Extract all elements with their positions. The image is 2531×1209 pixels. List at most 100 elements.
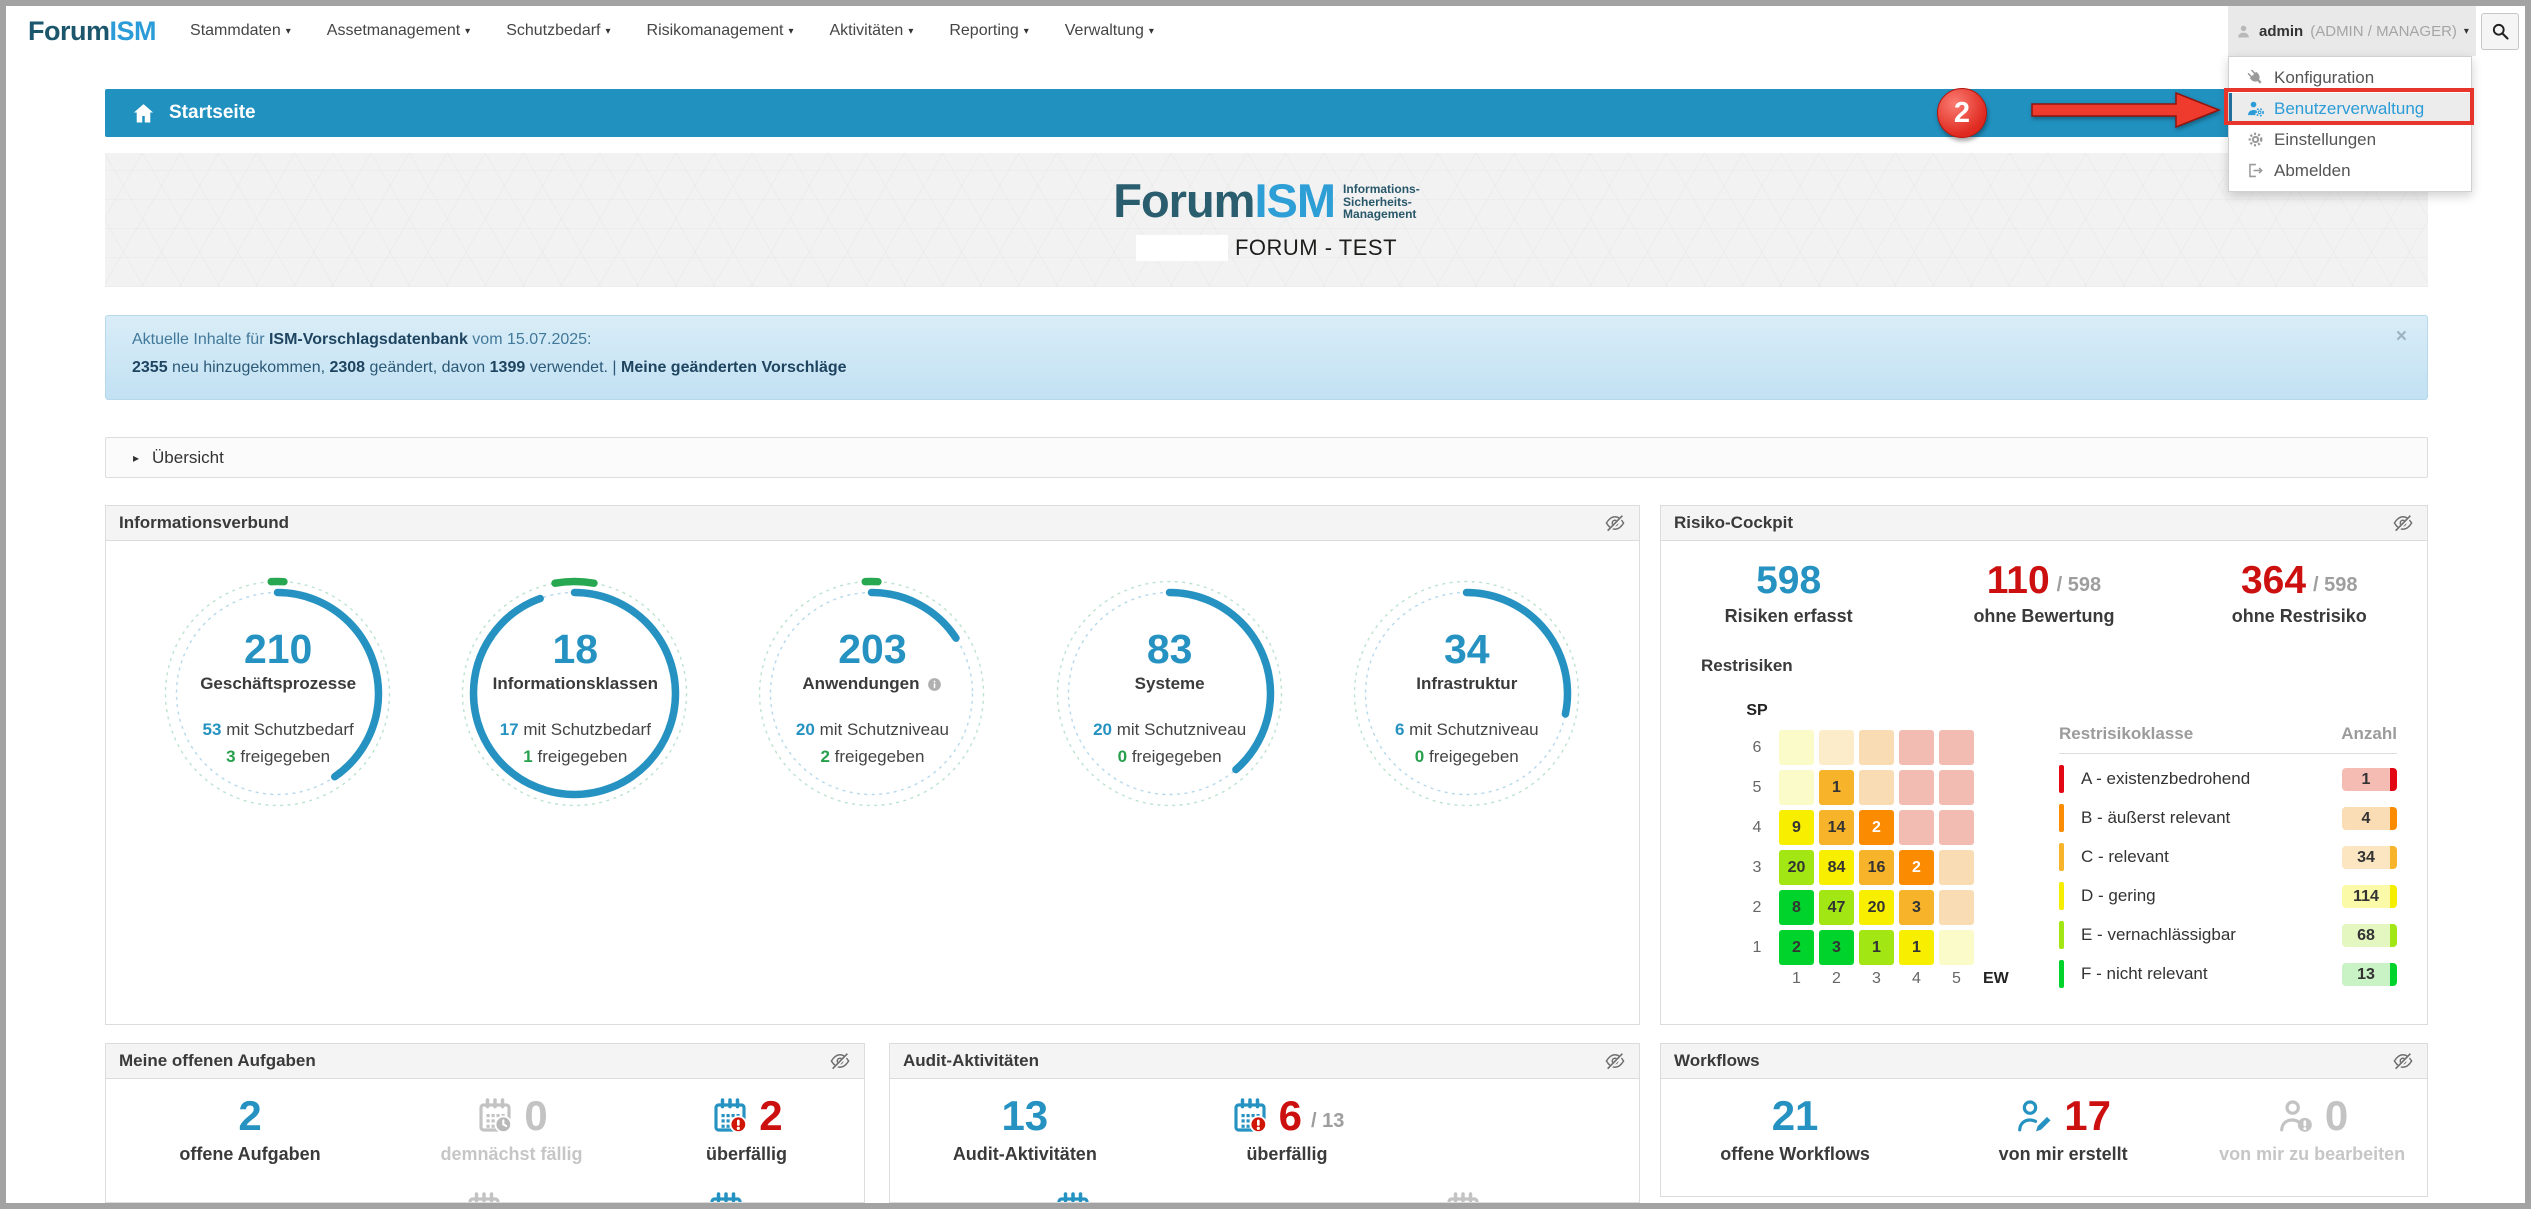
matrix-col-label: 5: [1939, 970, 1974, 988]
gauge-systeme[interactable]: 83Systeme20 mit Schutzniveau0 freigegebe…: [1045, 569, 1295, 819]
panel-workflows: Workflows21offene Workflows17von mir ers…: [1660, 1043, 2428, 1197]
annotation-step-badge: 2: [1937, 88, 1987, 138]
info-banner: Aktuelle Inhalte für ISM-Vorschlagsdaten…: [105, 315, 2428, 400]
chevron-down-icon: ▾: [2464, 26, 2469, 37]
matrix-cell: 1: [1819, 770, 1854, 805]
gauge-infrastruktur[interactable]: 34Infrastruktur6 mit Schutzniveau0 freig…: [1342, 569, 1592, 819]
matrix-row-label: 1: [1745, 939, 1769, 957]
legend-count-badge: 68: [2342, 924, 2397, 947]
risk-stats: 598Risiken erfasst110/ 598ohne Bewertung…: [1661, 541, 2427, 627]
redacted-label: [1136, 235, 1228, 261]
stat-offene-aufgaben[interactable]: 2offene Aufgaben: [106, 1093, 394, 1165]
eye-slash-icon[interactable]: [2392, 1050, 2414, 1072]
annotation-highlight-box: [2224, 88, 2474, 125]
user-menu-trigger[interactable]: admin (ADMIN / MANAGER) ▾: [2228, 6, 2476, 56]
legend-row: D - gering114: [2059, 882, 2397, 910]
panel-title: Risiko-Cockpit: [1674, 513, 1793, 533]
calendar-alert-icon: [1053, 1190, 1093, 1203]
brand-header: ForumISM Informations- Sicherheits- Mana…: [105, 153, 2428, 287]
top-navbar: ForumISM Stammdaten▾ Assetmanagement▾ Schu…: [6, 6, 2525, 56]
stat-von-mir-zu-bearbeiten[interactable]: 0von mir zu bearbeiten: [2197, 1093, 2427, 1165]
nav-item-verwaltung[interactable]: Verwaltung▾: [1065, 22, 1154, 40]
gauge-gesch-ftsprozesse[interactable]: 210Geschäftsprozesse53 mit Schutzbedarf3…: [153, 569, 403, 819]
matrix-cell: [1819, 730, 1854, 765]
matrix-cell: 84: [1819, 850, 1854, 885]
matrix-cell: 1: [1859, 930, 1894, 965]
eye-slash-icon[interactable]: [2392, 512, 2414, 534]
stat-berf-llig[interactable]: 2überfällig: [629, 1093, 864, 1165]
gauge-label: Informationsklassen: [493, 674, 658, 694]
matrix-cell: [1899, 730, 1934, 765]
eye-slash-icon[interactable]: [1604, 1050, 1626, 1072]
matrix-cell: [1939, 770, 1974, 805]
stat-berf-llig[interactable]: 6/ 13überfällig: [1160, 1093, 1415, 1165]
matrix-cell: 3: [1899, 890, 1934, 925]
matrix-col-label: 2: [1819, 970, 1854, 988]
risk-stat-ohne-restrisiko[interactable]: 364/ 598ohne Restrisiko: [2172, 561, 2427, 627]
gauge-informationsklassen[interactable]: 18Informationsklassen17 mit Schutzbedarf…: [450, 569, 700, 819]
matrix-cell: 16: [1859, 850, 1894, 885]
risk-stat-ohne-bewertung[interactable]: 110/ 598ohne Bewertung: [1916, 561, 2171, 627]
gear-icon: [2246, 130, 2265, 149]
app-logo[interactable]: ForumISM: [28, 16, 156, 47]
nav-item-schutzbedarf[interactable]: Schutzbedarf▾: [506, 22, 610, 40]
user-pencil-icon: [2015, 1096, 2055, 1136]
matrix-row-label: 3: [1745, 859, 1769, 877]
matrix-title: Restrisiken: [1701, 656, 1793, 676]
search-icon: [2490, 21, 2511, 42]
legend-color-bar: [2059, 882, 2064, 910]
risk-legend-rows: A - existenzbedrohend1B - äußerst releva…: [2059, 765, 2397, 988]
gauge-label: Geschäftsprozesse: [200, 674, 356, 694]
gauge-label: Systeme: [1135, 674, 1205, 694]
eye-slash-icon[interactable]: [1604, 512, 1626, 534]
close-icon[interactable]: ×: [2396, 326, 2407, 348]
user-name: admin: [2259, 23, 2303, 40]
banner-link-db[interactable]: ISM-Vorschlagsdatenbank: [269, 331, 468, 348]
nav-item-aktivit-ten[interactable]: Aktivitäten▾: [830, 22, 914, 40]
matrix-cell: 47: [1819, 890, 1854, 925]
nav-item-stammdaten[interactable]: Stammdaten▾: [190, 22, 291, 40]
gauge-value: 83: [1147, 627, 1193, 671]
legend-color-bar: [2059, 804, 2064, 832]
menu-item-abmelden[interactable]: Abmelden: [2229, 155, 2471, 186]
matrix-cell: [1939, 810, 1974, 845]
overview-label: Übersicht: [152, 448, 224, 468]
info-icon: [926, 676, 943, 693]
search-button[interactable]: [2481, 13, 2519, 50]
user-icon: [2235, 23, 2252, 40]
overview-collapse-bar[interactable]: ▸ Übersicht: [105, 437, 2428, 478]
legend-header-count: Anzahl: [2341, 724, 2397, 744]
legend-count-badge: 114: [2342, 885, 2397, 908]
user-alert-icon: [2276, 1096, 2316, 1136]
matrix-row-label: 5: [1745, 779, 1769, 797]
stat-offene-workflows[interactable]: 21offene Workflows: [1661, 1093, 1929, 1165]
matrix-cell: [1939, 730, 1974, 765]
matrix-cell: [1779, 770, 1814, 805]
matrix-cell: [1899, 770, 1934, 805]
banner-line1: Aktuelle Inhalte für ISM-Vorschlagsdaten…: [132, 331, 2427, 349]
matrix-cell: 20: [1859, 890, 1894, 925]
legend-count-badge: 13: [2342, 963, 2397, 986]
stat-audit-aktivit-ten[interactable]: 13Audit-Aktivitäten: [890, 1093, 1160, 1165]
banner-link-proposals[interactable]: Meine geänderten Vorschläge: [621, 359, 847, 376]
banner-line2: 2355 neu hinzugekommen, 2308 geändert, d…: [132, 359, 2427, 377]
gauge-anwendungen[interactable]: 203Anwendungen20 mit Schutzniveau2 freig…: [747, 569, 997, 819]
caret-right-icon: ▸: [133, 451, 139, 465]
matrix-cell: [1939, 930, 1974, 965]
menu-item-einstellungen[interactable]: Einstellungen: [2229, 124, 2471, 155]
eye-slash-icon[interactable]: [829, 1050, 851, 1072]
nav-item-reporting[interactable]: Reporting▾: [949, 22, 1028, 40]
stat-demn-chst-f-llig[interactable]: 0demnächst fällig: [394, 1093, 629, 1165]
gauge-label: Anwendungen: [802, 674, 942, 694]
nav-item-risikomanagement[interactable]: Risikomanagement▾: [647, 22, 794, 40]
legend-color-bar: [2059, 960, 2064, 988]
matrix-cell: 3: [1819, 930, 1854, 965]
matrix-row-label: 2: [1745, 899, 1769, 917]
annotation-arrow: [2030, 90, 2222, 130]
risk-stat-risiken-erfasst[interactable]: 598Risiken erfasst: [1661, 561, 1916, 627]
matrix-cell: 1: [1899, 930, 1934, 965]
risk-matrix-rows: 6514914232084162284720312311: [1745, 730, 2009, 965]
chevron-down-icon: ▾: [605, 26, 610, 37]
nav-item-assetmanagement[interactable]: Assetmanagement▾: [327, 22, 470, 40]
stat-von-mir-erstellt[interactable]: 17von mir erstellt: [1929, 1093, 2197, 1165]
